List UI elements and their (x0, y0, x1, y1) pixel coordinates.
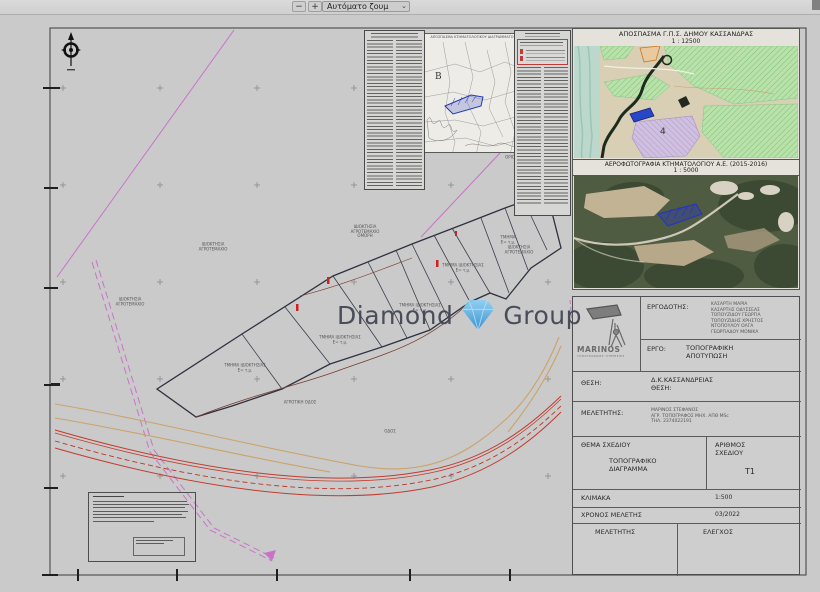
employer-names: ΚΑΣΑΡΤΗ ΜΑΡΙΑΚΑΣΑΡΤΗΣ ΟΔΥΣΣΕΑΣΤΟΠΟΥΖΙΔΟΥ… (711, 302, 797, 336)
project-label: ΕΡΓΟ: (647, 345, 666, 353)
location-value: Δ.Κ.ΚΑΣΣΑΝΔΡΕΙΑΣ ΘΕΣΗ: (651, 376, 713, 392)
gps-landuse-map: 4 (574, 46, 798, 158)
zoom-out-button[interactable]: − (292, 1, 306, 12)
zoom-mode-select[interactable]: Αυτόματο ζουμ ⌄ (322, 1, 410, 12)
watermark-word-left: Diamond (337, 301, 453, 330)
cadastral-inset-map: ΑΠΟΣΠΑΣΜΑ ΚΤΗΜΑΤΟΛΟΓΙΚΟΥ ΔΙΑΓΡΑΜΜΑΤΟΣ B (424, 33, 520, 153)
gps-extract-scale: 1 : 12500 (573, 39, 799, 45)
parcel-label: ΙΔΙΟΚΤΗΣΙΑΑΓΡΟΤΕΜΑΧΙΟ (505, 245, 534, 254)
coordinate-column (396, 40, 422, 186)
chevron-down-icon: ⌄ (401, 1, 407, 11)
legend-label (526, 50, 565, 54)
frame-mark (51, 383, 60, 386)
title-block: MARINOS ΤΟΠΟΓΡΑΦΙΚΕΣ ΥΠΗΡΕΣΙΕΣ ΕΡΓΟΔΟΤΗΣ… (572, 296, 800, 575)
diamond-icon (461, 299, 495, 331)
subject-value: ΤΟΠΟΓΡΑΦΙΚΟ ΔΙΑΓΡΑΜΜΑ (609, 457, 657, 473)
watermark-word-right: Group (503, 301, 582, 330)
parcel-label: ΤΜΗΜΑ ΙΔΙΟΚΤΗΣΙΑΣΕ= τ.μ. (442, 263, 484, 272)
legend-label (526, 57, 565, 61)
logo-subtext: ΤΟΠΟΓΡΑΦΙΚΕΣ ΥΠΗΡΕΣΙΕΣ (577, 354, 625, 358)
notes-signature-box (133, 537, 185, 556)
aerial-photo (574, 176, 798, 288)
parcel-label: ΙΔΙΟΚΤΗΣΙΑΑΓΡΟΤΕΜΑΧΙΟ (199, 242, 228, 251)
zoom-in-button[interactable]: + (308, 1, 322, 12)
watermark: Diamond Group (337, 299, 582, 331)
coordinate-column (517, 67, 541, 205)
employer-label: ΕΡΓΟΔΟΤΗΣ: (647, 303, 688, 311)
coordinate-table-left (364, 30, 425, 190)
designer-signature-label: ΜΕΛΕΤΗΤΗΣ (595, 528, 635, 536)
parcel-label: ΑΓΡΟΤΙΚΗ ΟΔΟΣ (284, 401, 317, 406)
parcel-label: ΙΔΙΟΚΤΗΣΙΑΑΓΡΟΤΕΜΑΧΙΟ (116, 297, 145, 306)
cadastral-inset-drawing (425, 42, 519, 153)
legend-symbol-red (520, 49, 523, 54)
notes-heading (93, 496, 124, 497)
parcel-label: ΤΜΗΜΑΕ= τ.μ. (500, 235, 515, 244)
legend-symbol-red (520, 56, 523, 61)
north-arrow-icon (61, 32, 81, 70)
subject-label: ΘΕΜΑ ΣΧΕΔΙΟΥ (581, 441, 630, 449)
gps-zone-number: 4 (660, 127, 666, 137)
surveyor-label: ΜΕΛΕΤΗΤΗΣ: (581, 409, 623, 417)
coordinate-column (367, 40, 393, 186)
coordinate-table-right (514, 30, 571, 216)
study-date-value: 03/2022 (715, 511, 740, 518)
cadastral-inset-title: ΑΠΟΣΠΑΣΜΑ ΚΤΗΜΑΤΟΛΟΓΙΚΟΥ ΔΙΑΓΡΑΜΜΑΤΟΣ (427, 35, 519, 39)
zoom-mode-label: Αυτόματο ζουμ (327, 2, 388, 11)
logo-text: MARINOS (577, 345, 625, 354)
parcel-label: ΙΔΙΟΚΤΗΣΙΑΑΓΡΟΤΕΜΑΧΙΟΟΜΟΡΗ (351, 225, 380, 239)
scale-value: 1:500 (715, 494, 732, 501)
subject-parcel-highlight (445, 95, 483, 114)
parcel-label: ΤΜΗΜΑ ΙΔΙΟΚΤΗΣΙΑΣΕ= τ.μ. (319, 335, 361, 344)
check-signature-label: ΕΛΕΓΧΟΣ (703, 528, 733, 536)
scale-label: ΚΛΙΜΑΚΑ (581, 494, 610, 502)
legend-box (517, 39, 568, 65)
aerial-caption: ΑΕΡΟΦΩΤΟΓΡΑΦΙΑ ΚΤΗΜΑΤΟΛΟΓΙΟΥ Α.Ε. (2015-… (573, 159, 799, 176)
road-lines (55, 396, 561, 496)
window-edge-artifact (812, 0, 820, 10)
notes-box (88, 492, 196, 562)
number-value: Τ1 (745, 467, 755, 476)
coordinate-column (544, 67, 568, 205)
project-value: ΤΟΠΟΓΡΑΦΙΚΗ ΑΠΟΤΥΠΩΣΗ (686, 344, 733, 360)
logo-cell: MARINOS ΤΟΠΟΓΡΑΦΙΚΕΣ ΥΠΗΡΕΣΙΕΣ (573, 297, 640, 371)
parcel-label: ΤΜΗΜΑ ΙΔΙΟΚΤΗΣΙΑΣΕ= τ.μ. (224, 363, 266, 372)
number-label: ΑΡΙΘΜΟΣ ΣΧΕΔΙΟΥ (715, 441, 745, 457)
pdf-viewer-toolbar: − + Αυτόματο ζουμ ⌄ (0, 0, 820, 15)
parcel-label: ΟΔΟΣ (384, 430, 396, 435)
surveyor-info: ΜΑΡΙΝΟΣ ΣΤΕΦΑΝΟΣΑΓΡ. ΤΟΠΟΓΡΑΦΟΣ ΜΗΧ. ΑΠΘ… (651, 408, 791, 425)
location-label: ΘΕΣΗ: (581, 379, 601, 387)
reference-maps-panel: ΑΠΟΣΠΑΣΜΑ Γ.Π.Σ. ΔΗΜΟΥ ΚΑΣΣΑΝΔΡΑΣ 1 : 12… (572, 28, 800, 290)
surveyor-logo-icon (573, 299, 640, 349)
inset-block-label: B (435, 72, 442, 82)
study-date-label: ΧΡΟΝΟΣ ΜΕΛΕΤΗΣ (581, 511, 642, 519)
